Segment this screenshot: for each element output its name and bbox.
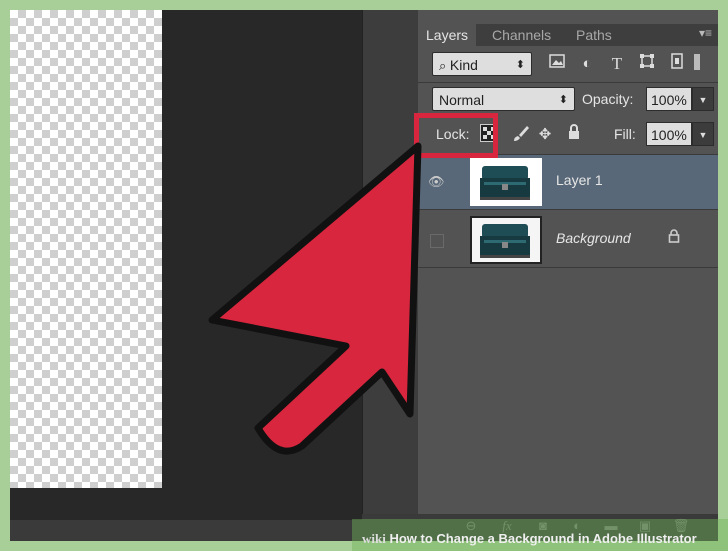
pointer-arrow-icon xyxy=(208,142,422,455)
